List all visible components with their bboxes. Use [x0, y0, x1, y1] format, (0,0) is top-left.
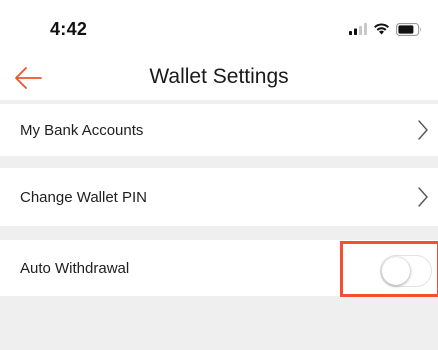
settings-item-label: Change Wallet PIN [20, 188, 148, 206]
settings-item-label: Auto Withdrawal [20, 259, 130, 277]
wifi-icon [374, 23, 389, 35]
settings-item-my-bank-accounts[interactable]: My Bank Accounts [0, 104, 438, 156]
battery-icon [396, 22, 421, 36]
status-bar: 4:42 [0, 0, 438, 60]
settings-item-label: My Bank Accounts [20, 121, 144, 139]
status-time: 4:42 [50, 19, 88, 39]
signal-icon [349, 23, 367, 35]
chevron-right-icon [418, 187, 428, 207]
chevron-right-icon [418, 120, 428, 140]
settings-item-change-wallet-pin[interactable]: Change Wallet PIN [0, 168, 438, 226]
status-icons [349, 22, 422, 36]
auto-withdrawal-toggle[interactable] [380, 255, 432, 287]
nav-bar: Wallet Settings [0, 60, 438, 100]
toggle-knob [382, 257, 410, 285]
page-title: Wallet Settings [149, 65, 289, 88]
